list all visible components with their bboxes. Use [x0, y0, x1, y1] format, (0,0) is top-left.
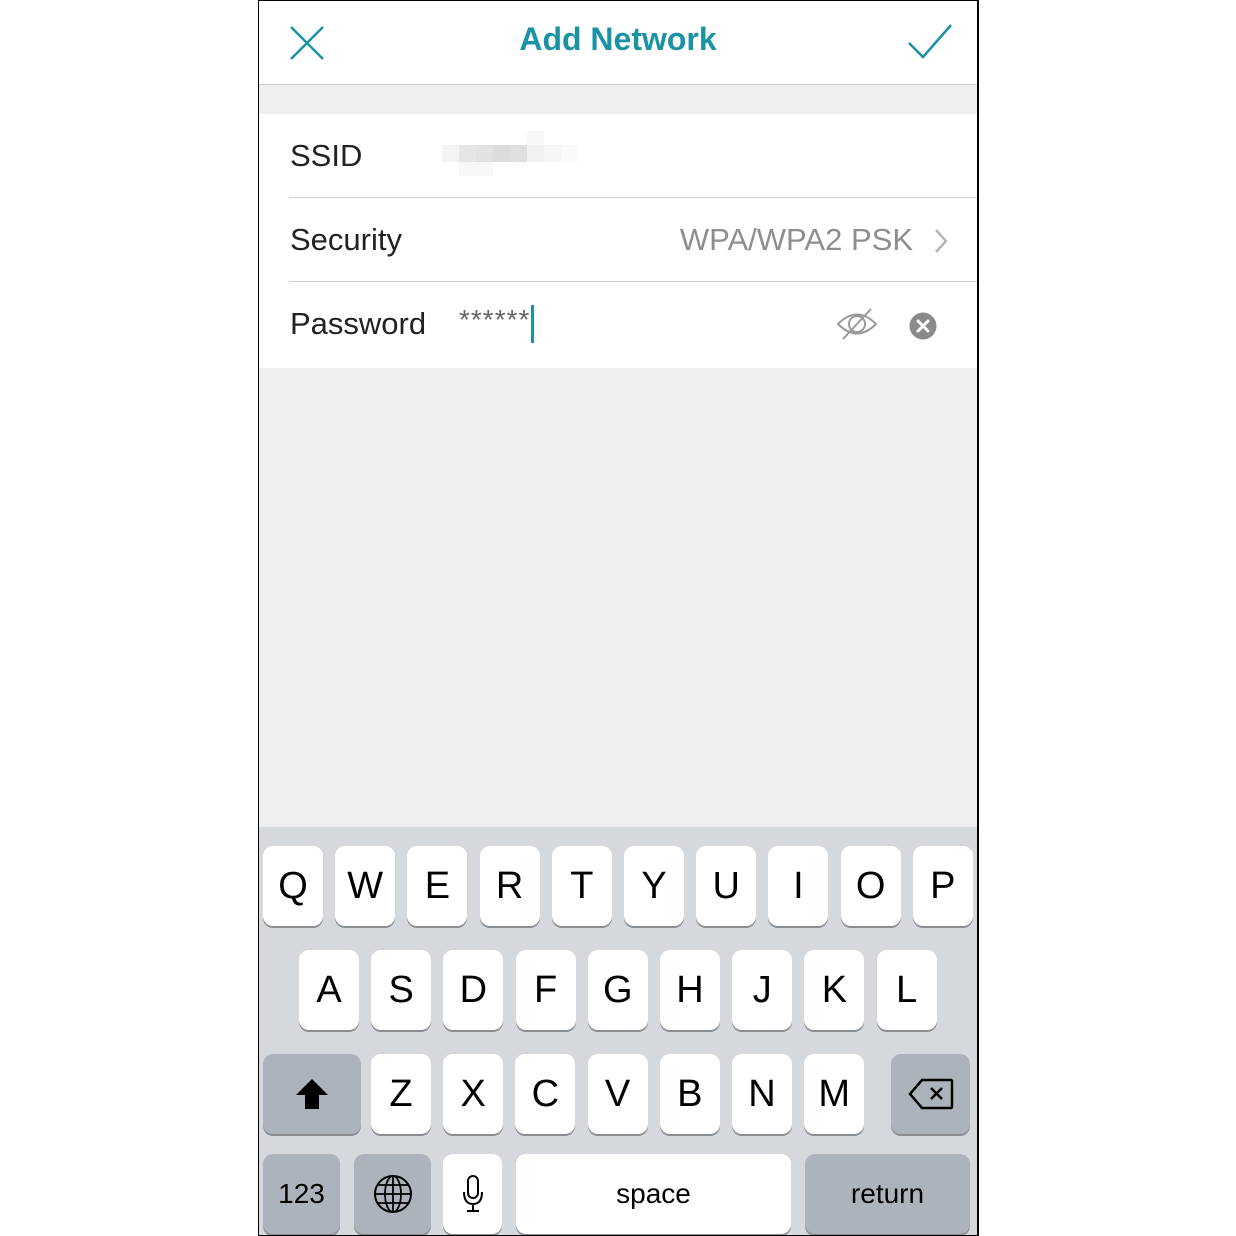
shift-key[interactable] [263, 1054, 361, 1134]
key-c[interactable]: C [515, 1054, 576, 1134]
key-q[interactable]: Q [263, 846, 323, 926]
key-n[interactable]: N [732, 1054, 792, 1134]
key-d[interactable]: D [443, 950, 504, 1030]
ssid-label: SSID [290, 138, 363, 173]
security-value: WPA/WPA2 PSK [679, 222, 913, 257]
security-label: Security [290, 222, 402, 257]
backspace-key[interactable] [891, 1054, 970, 1134]
ssid-value-obscured[interactable] [442, 131, 582, 181]
key-t[interactable]: T [551, 846, 612, 926]
key-b[interactable]: B [659, 1054, 720, 1134]
key-e[interactable]: E [407, 846, 468, 926]
key-l[interactable]: L [876, 950, 937, 1030]
chevron-right-icon [935, 229, 948, 253]
dictation-key[interactable] [443, 1154, 502, 1234]
network-form: SSID Security WPA/WPA2 PSK Password ****… [259, 114, 977, 368]
password-value: ****** [459, 304, 531, 335]
key-o[interactable]: O [840, 846, 901, 926]
key-s[interactable]: S [371, 950, 432, 1030]
clear-password-button[interactable] [909, 312, 937, 340]
phone-screen: Add Network SSID Security WPA/WPA2 PSK P… [258, 0, 979, 1236]
key-a[interactable]: A [299, 950, 359, 1030]
password-label: Password [290, 306, 427, 341]
key-k[interactable]: K [804, 950, 865, 1030]
key-r[interactable]: R [479, 846, 540, 926]
space-key[interactable]: space [516, 1154, 791, 1234]
key-f[interactable]: F [515, 950, 576, 1030]
shift-icon [296, 1079, 328, 1109]
key-j[interactable]: J [732, 950, 793, 1030]
key-x[interactable]: X [443, 1054, 504, 1134]
toggle-password-visibility-button[interactable] [835, 307, 879, 341]
keyboard: QWERTYUIOP ASDFGHJKL ZXCVBNM 123 space r… [259, 827, 977, 1235]
security-row[interactable]: Security WPA/WPA2 PSK [259, 198, 977, 282]
microphone-icon [462, 1175, 483, 1212]
page-title: Add Network [519, 21, 717, 57]
key-i[interactable]: I [768, 846, 829, 926]
key-g[interactable]: G [587, 950, 648, 1030]
text-cursor [531, 305, 535, 343]
key-u[interactable]: U [696, 846, 757, 926]
eye-slash-icon [836, 308, 878, 340]
globe-key[interactable] [354, 1154, 431, 1234]
key-z[interactable]: Z [371, 1054, 431, 1134]
ssid-row[interactable]: SSID [259, 114, 977, 198]
key-p[interactable]: P [912, 846, 973, 926]
navigation-bar: Add Network [259, 1, 977, 85]
key-v[interactable]: V [587, 1054, 648, 1134]
confirm-button[interactable] [907, 21, 953, 61]
key-m[interactable]: M [804, 1054, 865, 1134]
return-key[interactable]: return [805, 1154, 970, 1234]
numbers-key[interactable]: 123 [263, 1154, 340, 1234]
password-input[interactable]: ****** [459, 304, 535, 343]
key-y[interactable]: Y [624, 846, 684, 926]
backspace-icon [907, 1078, 953, 1110]
key-h[interactable]: H [660, 950, 720, 1030]
key-w[interactable]: W [335, 846, 396, 926]
globe-icon [373, 1175, 412, 1213]
clear-circle-icon [909, 312, 937, 340]
checkmark-icon [908, 24, 952, 59]
password-row: Password ****** [259, 282, 977, 366]
